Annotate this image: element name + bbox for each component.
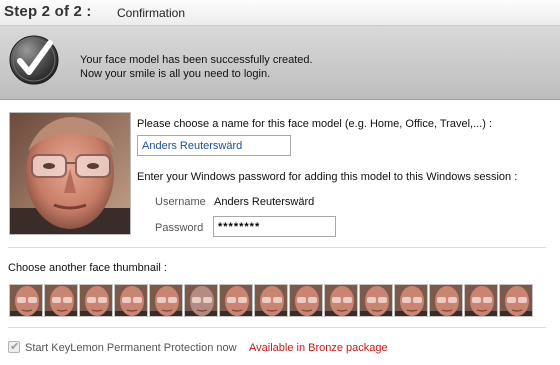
model-name-prompt: Please choose a name for this face model… (137, 118, 493, 130)
wizard-header: Step 2 of 2 : Confirmation (0, 0, 560, 26)
face-thumbnail-image (360, 285, 392, 316)
face-thumbnail[interactable] (149, 284, 183, 317)
username-value: Anders Reuterswärd (214, 196, 315, 208)
face-thumbnail-image (150, 285, 182, 316)
step-indicator: Step 2 of 2 : (4, 3, 92, 20)
username-label: Username (155, 196, 206, 208)
password-input[interactable] (213, 216, 336, 237)
password-label: Password (155, 222, 204, 234)
face-thumbnail-image (500, 285, 532, 316)
protection-label: Start KeyLemon Permanent Protection now (25, 342, 237, 354)
face-thumbnail-image (325, 285, 357, 316)
face-thumbnail-image (430, 285, 462, 316)
protection-checkbox[interactable]: ✔ (8, 341, 20, 353)
face-thumbnail[interactable] (324, 284, 358, 317)
face-thumbnail[interactable] (289, 284, 323, 317)
face-thumbnail-image (255, 285, 287, 316)
password-prompt: Enter your Windows password for adding t… (137, 171, 518, 183)
face-thumbnail[interactable] (79, 284, 113, 317)
face-thumbnail[interactable] (254, 284, 288, 317)
face-thumbnail[interactable] (219, 284, 253, 317)
face-thumbnail[interactable] (359, 284, 393, 317)
face-thumbnail[interactable] (44, 284, 78, 317)
face-thumbnail-image (465, 285, 497, 316)
model-name-input[interactable] (137, 135, 291, 156)
step-title: Confirmation (117, 6, 186, 20)
face-thumbnail[interactable] (9, 284, 43, 317)
face-thumbnail[interactable] (429, 284, 463, 317)
check-mark-icon: ✔ (10, 341, 20, 353)
face-thumbnail-image (290, 285, 322, 316)
face-thumbnail[interactable] (464, 284, 498, 317)
separator-top (8, 247, 546, 248)
face-photo-image (10, 113, 130, 234)
face-thumbnail-image (45, 285, 77, 316)
face-thumbnail[interactable] (394, 284, 428, 317)
face-thumbnail-image (115, 285, 147, 316)
banner-line-2: Now your smile is all you need to login. (80, 68, 271, 80)
face-thumbnail[interactable] (499, 284, 533, 317)
face-thumbnail[interactable] (184, 284, 218, 317)
face-thumbnail-image (80, 285, 112, 316)
thumbnail-strip (9, 284, 533, 317)
checkmark-icon (9, 35, 59, 85)
face-thumbnail-image (220, 285, 252, 316)
bronze-package-note: Available in Bronze package (249, 342, 388, 354)
face-thumbnail-image (395, 285, 427, 316)
face-thumbnail-image (10, 285, 42, 316)
separator-bottom (8, 327, 546, 328)
thumbnail-prompt: Choose another face thumbnail : (8, 262, 167, 274)
success-banner: Your face model has been successfully cr… (0, 26, 560, 100)
face-thumbnail[interactable] (114, 284, 148, 317)
banner-message: Your face model has been successfully cr… (80, 53, 313, 81)
banner-line-1: Your face model has been successfully cr… (80, 54, 313, 66)
face-model-photo (9, 112, 131, 235)
face-thumbnail-image (185, 285, 217, 316)
